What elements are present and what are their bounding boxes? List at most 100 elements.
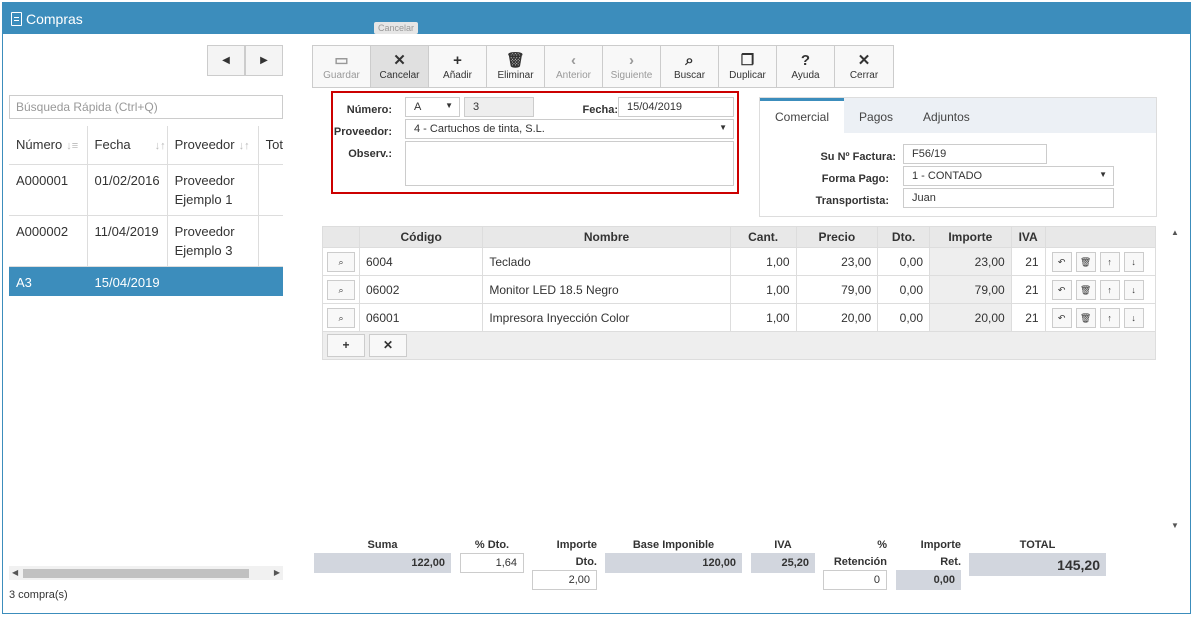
chevron-left-icon: ‹ — [571, 52, 576, 69]
purchase-list: Número↓≡ Fecha↓↑ Proveedor↓↑ Total A0000… — [9, 126, 283, 296]
prev-page-button[interactable]: ◀ — [207, 45, 245, 76]
numero-field[interactable]: 3 — [464, 97, 534, 117]
line-row[interactable]: ⌕ 06002 Monitor LED 18.5 Negro 1,00 79,0… — [322, 275, 1157, 304]
fecha-field[interactable]: 15/04/2019 — [618, 97, 734, 117]
col-total[interactable]: Total — [258, 126, 283, 165]
scroll-up-icon[interactable]: ▲ — [1171, 228, 1179, 237]
transportista-field[interactable]: Juan — [903, 188, 1114, 208]
total-label: TOTAL — [1019, 539, 1056, 551]
grid-header: Código Nombre Cant. Precio Dto. Importe … — [322, 226, 1157, 248]
record-count: 3 compra(s) — [9, 589, 68, 601]
chevron-right-icon: › — [629, 52, 634, 69]
plus-icon: + — [453, 52, 462, 69]
add-button[interactable]: + Añadir — [429, 46, 487, 87]
undo-icon[interactable]: ↶ — [1051, 307, 1072, 328]
copy-icon: ❐ — [740, 52, 755, 69]
tooltip: Cancelar — [374, 22, 419, 34]
trash-icon: 🗑 — [505, 52, 526, 69]
undo-icon[interactable]: ↶ — [1051, 251, 1072, 272]
plus-icon: + — [342, 338, 350, 352]
arrow-down-icon[interactable]: ↓ — [1123, 251, 1144, 272]
importe-ret-value: 0,00 — [896, 570, 961, 590]
col-numero[interactable]: Número ↓≡ — [9, 126, 88, 165]
sort-icon: ↓↑ — [238, 140, 250, 153]
list-row-selected[interactable]: A3 15/04/2019 14 — [9, 266, 283, 296]
transportista-label: Transportista: — [815, 195, 889, 207]
scroll-left-icon[interactable]: ◀ — [12, 568, 18, 577]
trash-icon[interactable]: 🗑 — [1075, 251, 1096, 272]
title-bar: Compras — [3, 3, 1190, 34]
arrow-down-icon[interactable]: ↓ — [1123, 307, 1144, 328]
tab-bar: Comercial Pagos Adjuntos — [760, 98, 1156, 133]
arrow-up-icon[interactable]: ↑ — [1099, 307, 1120, 328]
base-label: Base Imponible — [632, 539, 715, 551]
undo-icon[interactable]: ↶ — [1051, 279, 1072, 300]
tab-comercial[interactable]: Comercial — [760, 98, 845, 133]
importe-dto-label-2: Dto. — [575, 556, 597, 568]
line-row[interactable]: ⌕ 06001 Impresora Inyección Color 1,00 2… — [322, 303, 1157, 332]
observ-textarea[interactable] — [405, 141, 734, 186]
scroll-right-icon[interactable]: ▶ — [274, 568, 280, 577]
col-iva: IVA — [1010, 226, 1046, 248]
col-proveedor[interactable]: Proveedor ↓↑ — [167, 126, 259, 165]
search-button[interactable]: ⌕ Buscar — [661, 46, 719, 87]
scroll-thumb[interactable] — [23, 569, 249, 578]
tab-pagos[interactable]: Pagos — [844, 98, 908, 133]
trash-icon[interactable]: 🗑 — [1075, 279, 1096, 300]
importe-dto-label-1: Importe — [556, 539, 597, 551]
col-fecha[interactable]: Fecha ↓↑ — [87, 126, 168, 165]
fecha-label: Fecha: — [582, 104, 618, 116]
proveedor-select[interactable]: 4 - Cartuchos de tinta, S.L. ▼ — [405, 119, 734, 139]
search-product-button[interactable]: ⌕ — [327, 279, 355, 300]
save-button[interactable]: ▭ Guardar — [313, 46, 371, 87]
serie-select[interactable]: A ▼ — [405, 97, 460, 117]
arrow-up-icon[interactable]: ↑ — [1099, 279, 1120, 300]
scroll-down-icon[interactable]: ▼ — [1171, 521, 1179, 530]
importe-ret-label-2: Ret. — [940, 556, 961, 568]
next-button[interactable]: › Siguiente — [603, 46, 661, 87]
close-button[interactable]: ✕ Cerrar — [835, 46, 893, 87]
line-row[interactable]: ⌕ 6004 Teclado 1,00 23,00 0,00 23,00 21 … — [322, 247, 1157, 276]
cancel-button[interactable]: ✕ Cancelar — [371, 46, 429, 87]
add-line-button[interactable]: + — [327, 334, 365, 357]
iva-label: IVA — [774, 539, 792, 551]
caret-down-icon: ▼ — [1099, 170, 1107, 179]
importe-ret-label-1: Importe — [920, 539, 961, 551]
search-product-button[interactable]: ⌕ — [327, 251, 355, 272]
previous-button[interactable]: ‹ Anterior — [545, 46, 603, 87]
list-row[interactable]: A000001 01/02/2016 Proveedor Ejemplo 1 — [9, 164, 283, 216]
list-nav: ◀ ▶ — [207, 45, 283, 76]
quick-search-input[interactable]: Búsqueda Rápida (Ctrl+Q) — [9, 95, 283, 119]
next-page-button[interactable]: ▶ — [245, 45, 283, 76]
grid-footer: + ✕ — [322, 332, 1156, 360]
importe-dto-input[interactable]: 2,00 — [532, 570, 597, 590]
pct-ret-input[interactable]: 0 — [823, 570, 887, 590]
forma-pago-select[interactable]: 1 - CONTADO ▼ — [903, 166, 1114, 186]
close-icon: ✕ — [857, 52, 871, 69]
floppy-icon: ▭ — [334, 52, 349, 69]
tab-adjuntos[interactable]: Adjuntos — [908, 98, 985, 133]
list-row[interactable]: A000002 11/04/2019 Proveedor Ejemplo 3 4… — [9, 215, 283, 267]
list-horizontal-scrollbar[interactable]: ◀ ▶ — [9, 566, 283, 580]
toolbar: ▭ Guardar ✕ Cancelar + Añadir 🗑 Eliminar ‹ An… — [312, 45, 894, 88]
sort-icon: ↓↑ — [154, 140, 166, 153]
help-button[interactable]: ? Ayuda — [777, 46, 835, 87]
delete-button[interactable]: 🗑 Eliminar — [487, 46, 545, 87]
arrow-up-icon[interactable]: ↑ — [1099, 251, 1120, 272]
delete-line-button[interactable]: ✕ — [369, 334, 407, 357]
duplicate-button[interactable]: ❐ Duplicar — [719, 46, 777, 87]
pct-dto-input[interactable]: 1,64 — [460, 553, 524, 573]
caret-down-icon: ▼ — [719, 123, 727, 132]
base-value: 120,00 — [605, 553, 742, 573]
total-value: 145,20 — [969, 553, 1106, 576]
factura-field[interactable]: F56/19 — [903, 144, 1047, 164]
lines-vertical-scrollbar[interactable]: ▲ ▼ — [1168, 226, 1182, 532]
caret-down-icon: ▼ — [445, 101, 453, 110]
arrow-down-icon[interactable]: ↓ — [1123, 279, 1144, 300]
caret-right-icon: ▶ — [260, 55, 268, 66]
suma-value: 122,00 — [314, 553, 451, 573]
col-codigo: Código — [358, 226, 484, 248]
search-product-button[interactable]: ⌕ — [327, 307, 355, 328]
suma-label: Suma — [367, 539, 398, 551]
trash-icon[interactable]: 🗑 — [1075, 307, 1096, 328]
